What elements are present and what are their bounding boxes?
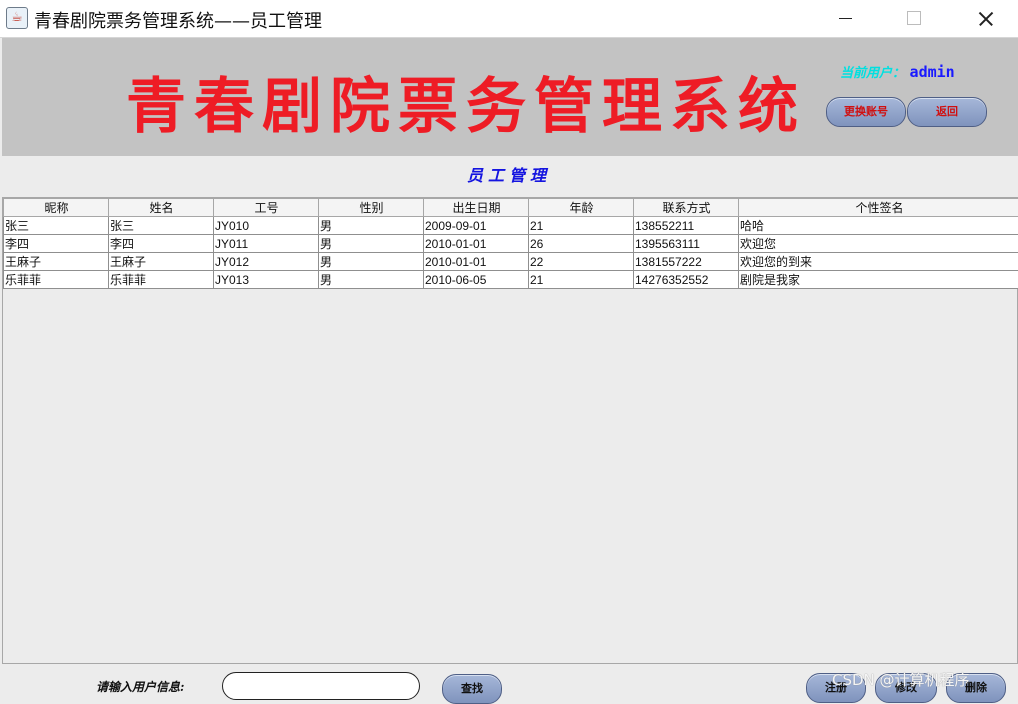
table-cell[interactable]: 21 (529, 271, 634, 289)
table-cell[interactable]: 21 (529, 217, 634, 235)
table-cell[interactable]: 李四 (109, 235, 214, 253)
table-cell[interactable]: JY012 (214, 253, 319, 271)
employee-table-panel[interactable]: 昵称 姓名 工号 性别 出生日期 年龄 联系方式 个性签名 张三 张三 JY01… (2, 197, 1018, 664)
column-header-age[interactable]: 年龄 (529, 199, 634, 217)
table-cell[interactable]: 138552211 (634, 217, 739, 235)
table-cell[interactable]: 2010-01-01 (424, 253, 529, 271)
table-cell[interactable]: JY013 (214, 271, 319, 289)
table-cell[interactable]: 王麻子 (4, 253, 109, 271)
table-cell[interactable]: 欢迎您的到来 (739, 253, 1018, 271)
table-cell[interactable]: JY010 (214, 217, 319, 235)
table-cell[interactable]: 2010-06-05 (424, 271, 529, 289)
watermark: CSDN @计算机程序 (832, 669, 970, 690)
table-cell[interactable]: 1395563111 (634, 235, 739, 253)
table-cell[interactable]: 剧院是我家 (739, 271, 1018, 289)
window-title: 青春剧院票务管理系统——员工管理 (34, 7, 322, 33)
back-button[interactable]: 返回 (907, 97, 987, 127)
column-header-nickname[interactable]: 昵称 (4, 199, 109, 217)
maximize-button[interactable] (890, 0, 936, 37)
switch-account-button[interactable]: 更换账号 (826, 97, 906, 127)
current-user-name: admin (910, 63, 955, 81)
current-user-label: 当前用户： (840, 66, 905, 81)
table-cell[interactable]: JY011 (214, 235, 319, 253)
employee-table[interactable]: 昵称 姓名 工号 性别 出生日期 年龄 联系方式 个性签名 张三 张三 JY01… (3, 198, 1018, 289)
column-header-contact[interactable]: 联系方式 (634, 199, 739, 217)
section-title: 员工管理 (0, 162, 1018, 186)
table-cell[interactable]: 男 (319, 271, 424, 289)
banner-title: 青春剧院票务管理系统 (126, 58, 746, 145)
table-cell[interactable]: 1381557222 (634, 253, 739, 271)
column-header-name[interactable]: 姓名 (109, 199, 214, 217)
close-button[interactable] (962, 0, 1008, 37)
search-label: 请输入用户信息: (96, 678, 184, 695)
column-header-birth-date[interactable]: 出生日期 (424, 199, 529, 217)
table-row[interactable]: 乐菲菲 乐菲菲 JY013 男 2010-06-05 21 1427635255… (4, 271, 1018, 289)
table-cell[interactable]: 2009-09-01 (424, 217, 529, 235)
column-header-gender[interactable]: 性别 (319, 199, 424, 217)
title-bar: ☕ 青春剧院票务管理系统——员工管理 (0, 0, 1018, 38)
table-cell[interactable]: 男 (319, 253, 424, 271)
table-cell[interactable]: 哈哈 (739, 217, 1018, 235)
table-cell[interactable]: 张三 (4, 217, 109, 235)
banner: 青春剧院票务管理系统 当前用户： admin 更换账号 返回 (2, 38, 1018, 156)
table-cell[interactable]: 男 (319, 217, 424, 235)
table-cell[interactable]: 乐菲菲 (109, 271, 214, 289)
table-header-row: 昵称 姓名 工号 性别 出生日期 年龄 联系方式 个性签名 (4, 199, 1018, 217)
find-button[interactable]: 查找 (442, 674, 502, 704)
table-row[interactable]: 李四 李四 JY011 男 2010-01-01 26 1395563111 欢… (4, 235, 1018, 253)
table-cell[interactable]: 张三 (109, 217, 214, 235)
table-cell[interactable]: 26 (529, 235, 634, 253)
table-cell[interactable]: 14276352552 (634, 271, 739, 289)
java-cup-icon: ☕ (6, 7, 28, 29)
table-cell[interactable]: 男 (319, 235, 424, 253)
table-cell[interactable]: 乐菲菲 (4, 271, 109, 289)
bottom-toolbar: 请输入用户信息: 查找 注册 修改 删除 CSDN @计算机程序 (0, 664, 1018, 698)
table-cell[interactable]: 王麻子 (109, 253, 214, 271)
table-cell[interactable]: 欢迎您 (739, 235, 1018, 253)
search-input[interactable] (222, 672, 420, 700)
table-row[interactable]: 王麻子 王麻子 JY012 男 2010-01-01 22 1381557222… (4, 253, 1018, 271)
table-cell[interactable]: 李四 (4, 235, 109, 253)
column-header-employee-id[interactable]: 工号 (214, 199, 319, 217)
column-header-signature[interactable]: 个性签名 (739, 199, 1018, 217)
minimize-button[interactable] (822, 0, 868, 37)
table-row[interactable]: 张三 张三 JY010 男 2009-09-01 21 138552211 哈哈 (4, 217, 1018, 235)
current-user: 当前用户： admin (840, 62, 955, 81)
table-cell[interactable]: 22 (529, 253, 634, 271)
table-cell[interactable]: 2010-01-01 (424, 235, 529, 253)
